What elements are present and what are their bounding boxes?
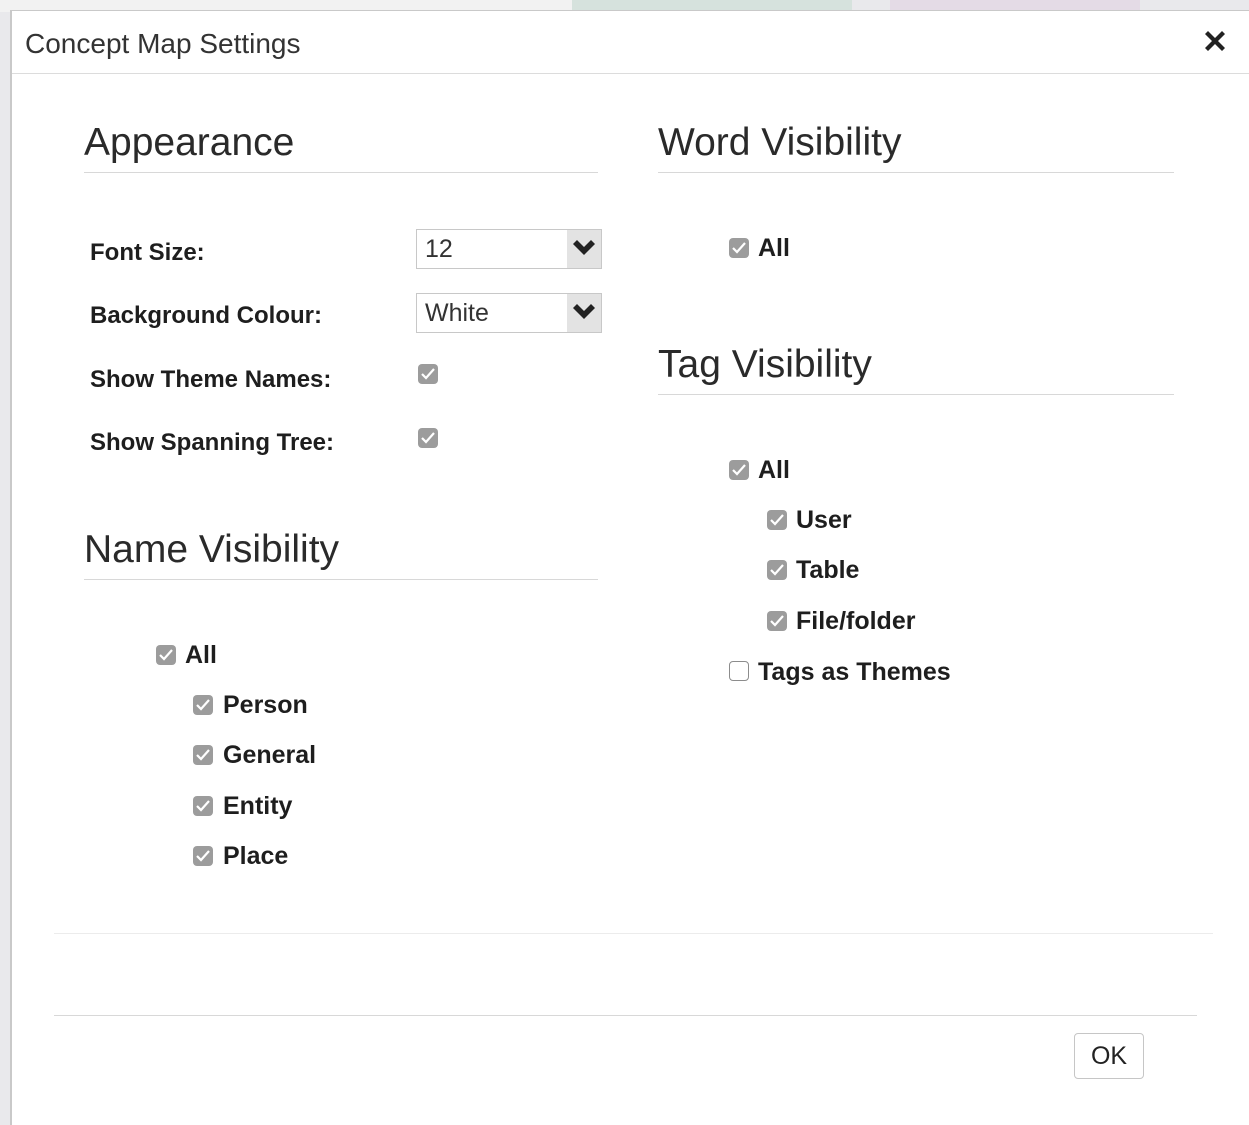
font-size-label: Font Size: <box>90 239 205 266</box>
tags-as-themes-checkbox[interactable] <box>729 661 749 681</box>
tag-file-folder-checkbox[interactable] <box>767 611 787 631</box>
chevron-down-icon <box>567 230 601 268</box>
concept-map-settings-dialog: Concept Map Settings Appearance Font Siz… <box>10 10 1249 1125</box>
show-theme-names-checkbox[interactable] <box>418 364 438 384</box>
tag-user-checkbox[interactable] <box>767 510 787 530</box>
name-general-label[interactable]: General <box>223 741 316 770</box>
name-person-label[interactable]: Person <box>223 691 308 720</box>
word-all-checkbox[interactable] <box>729 238 749 258</box>
tags-as-themes-label[interactable]: Tags as Themes <box>758 658 951 687</box>
tag-all-checkbox[interactable] <box>729 460 749 480</box>
background-colour-select[interactable]: White <box>416 293 602 333</box>
tag-all-label[interactable]: All <box>758 456 790 485</box>
tag-file-folder-label[interactable]: File/folder <box>796 607 915 636</box>
name-all-checkbox[interactable] <box>156 645 176 665</box>
close-icon[interactable] <box>1199 25 1231 57</box>
font-size-select[interactable]: 12 <box>416 229 602 269</box>
name-entity-label[interactable]: Entity <box>223 792 292 821</box>
tag-table-checkbox[interactable] <box>767 560 787 580</box>
name-place-checkbox[interactable] <box>193 846 213 866</box>
background-colour-label: Background Colour: <box>90 302 322 329</box>
content-divider <box>54 933 1213 934</box>
footer-divider <box>54 1015 1197 1016</box>
word-all-label[interactable]: All <box>758 234 790 263</box>
name-general-checkbox[interactable] <box>193 745 213 765</box>
dialog-titlebar: Concept Map Settings <box>12 11 1249 74</box>
font-size-value: 12 <box>425 235 453 263</box>
background-colour-value: White <box>425 299 489 327</box>
name-all-label[interactable]: All <box>185 641 217 670</box>
tag-table-label[interactable]: Table <box>796 556 859 585</box>
ok-button[interactable]: OK <box>1074 1033 1144 1079</box>
show-theme-names-label: Show Theme Names: <box>90 366 332 393</box>
name-entity-checkbox[interactable] <box>193 796 213 816</box>
name-person-checkbox[interactable] <box>193 695 213 715</box>
show-spanning-tree-checkbox[interactable] <box>418 428 438 448</box>
name-place-label[interactable]: Place <box>223 842 288 871</box>
name-visibility-heading: Name Visibility <box>84 528 598 580</box>
dialog-title: Concept Map Settings <box>25 28 301 59</box>
show-spanning-tree-label: Show Spanning Tree: <box>90 429 335 456</box>
tag-user-label[interactable]: User <box>796 506 852 535</box>
word-visibility-heading: Word Visibility <box>658 121 1174 173</box>
appearance-heading: Appearance <box>84 121 598 173</box>
chevron-down-icon <box>567 294 601 332</box>
tag-visibility-heading: Tag Visibility <box>658 343 1174 395</box>
